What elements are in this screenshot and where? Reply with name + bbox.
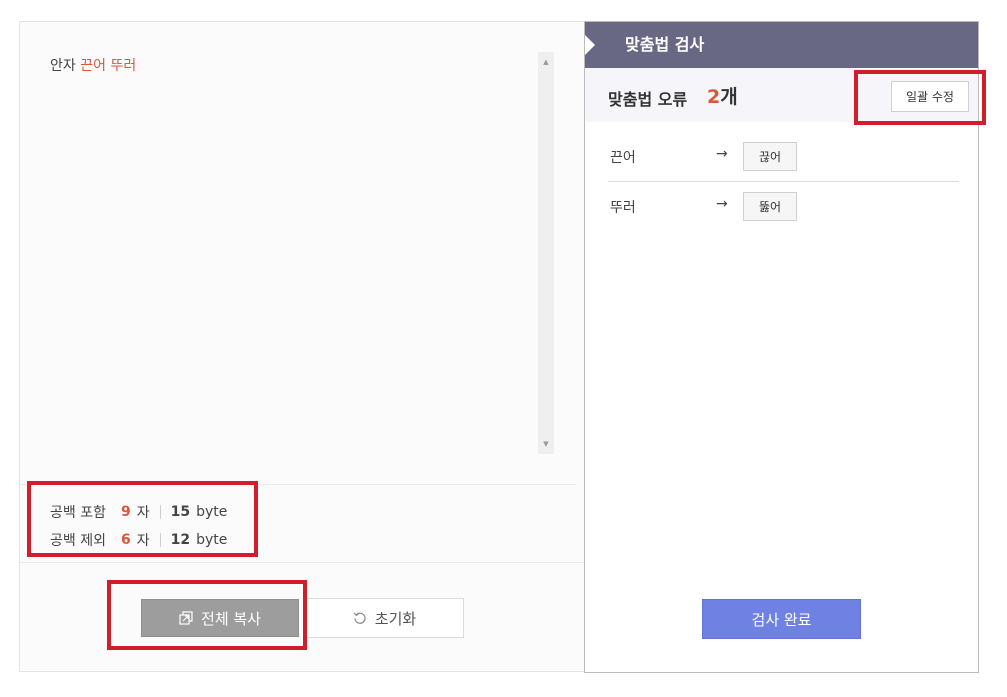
error-summary: 맞춤법 오류 2개 일괄 수정 — [585, 68, 978, 122]
suggestion-button[interactable]: 끊어 — [743, 142, 797, 171]
error-count: 2개 — [707, 82, 738, 109]
divider — [20, 562, 585, 563]
text-editor[interactable]: 안자 끈어 뚜러 — [50, 55, 136, 75]
error-item: 뚜러 → 뚫어 — [608, 182, 959, 232]
separator — [159, 533, 161, 547]
char-unit: 자 — [136, 533, 150, 549]
editor-text-normal: 안자 — [50, 58, 81, 74]
char-count: 6 — [121, 532, 131, 548]
editor-scrollbar[interactable]: ▲ ▼ — [538, 52, 554, 454]
copy-all-label: 전체 복사 — [201, 609, 261, 628]
editor-error-word[interactable]: 뚜러 — [110, 58, 136, 74]
count-label: 공백 제외 — [50, 533, 106, 549]
byte-unit: byte — [196, 504, 228, 520]
spell-check-panel: 맞춤법 검사 맞춤법 오류 2개 일괄 수정 끈어 → 끊어 뚜러 → 뚫어 검… — [584, 21, 979, 673]
triangle-up-icon[interactable]: ▲ — [538, 55, 554, 69]
arrow-icon: → — [716, 196, 728, 212]
count-row-without-spaces: 공백 제외 6 자 12 byte — [50, 526, 227, 554]
separator — [159, 505, 161, 519]
fix-all-button[interactable]: 일괄 수정 — [891, 81, 969, 112]
char-count: 9 — [121, 504, 131, 520]
wrong-word: 끈어 — [610, 150, 636, 166]
arrow-right-icon — [585, 35, 595, 55]
byte-unit: byte — [196, 532, 228, 548]
check-done-button[interactable]: 검사 완료 — [702, 599, 861, 639]
wrong-word: 뚜러 — [610, 200, 636, 216]
reset-button[interactable]: 초기화 — [305, 598, 464, 638]
byte-count: 12 — [170, 532, 191, 548]
count-label: 공백 포함 — [50, 505, 106, 521]
triangle-down-icon[interactable]: ▼ — [538, 437, 554, 451]
byte-count: 15 — [170, 504, 191, 520]
error-count-number: 2 — [707, 86, 721, 108]
character-count: 공백 포함 9 자 15 byte 공백 제외 6 자 12 byte — [50, 498, 227, 554]
error-count-unit: 개 — [720, 86, 738, 108]
copy-icon — [179, 611, 193, 625]
suggestion-button[interactable]: 뚫어 — [743, 192, 797, 221]
error-label: 맞춤법 오류 — [608, 90, 688, 109]
panel-title: 맞춤법 검사 — [625, 35, 705, 54]
count-row-with-spaces: 공백 포함 9 자 15 byte — [50, 498, 227, 526]
char-unit: 자 — [136, 505, 150, 521]
copy-all-button[interactable]: 전체 복사 — [141, 599, 299, 637]
divider — [20, 484, 576, 485]
error-item: 끈어 → 끊어 — [608, 132, 959, 182]
arrow-icon: → — [716, 146, 728, 162]
editor-error-word[interactable]: 끈어 — [80, 58, 106, 74]
text-editor-panel: 안자 끈어 뚜러 ▲ ▼ 공백 포함 9 자 15 byte 공백 제외 6 자… — [19, 21, 585, 672]
refresh-icon — [353, 612, 366, 624]
reset-label: 초기화 — [374, 609, 417, 628]
panel-header: 맞춤법 검사 — [585, 22, 978, 68]
